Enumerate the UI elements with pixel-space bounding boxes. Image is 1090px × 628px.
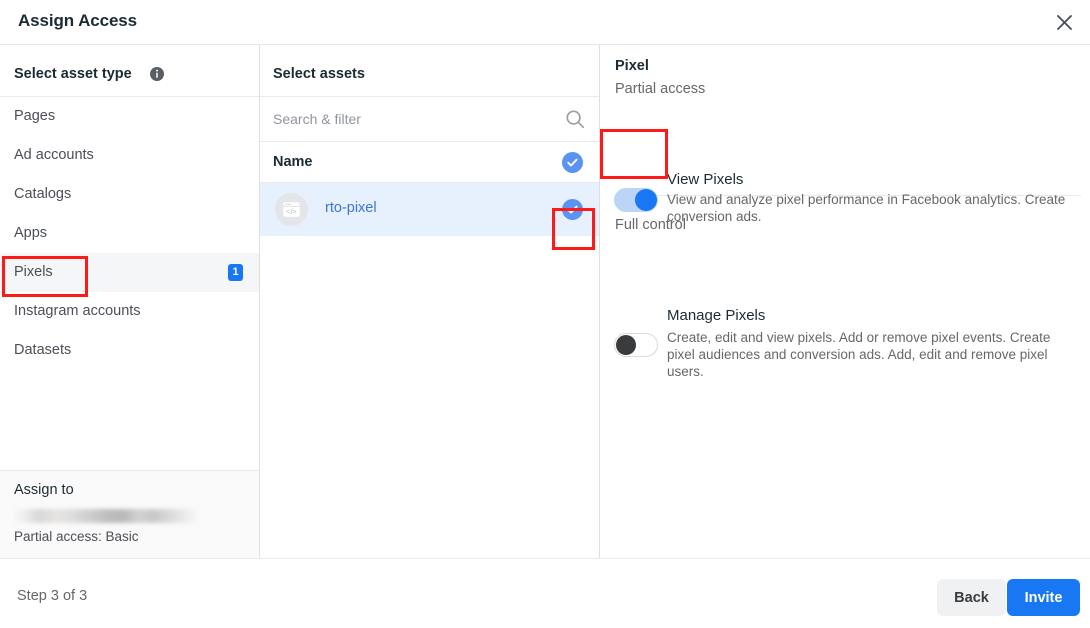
sidebar-item-instagram-accounts[interactable]: Instagram accounts bbox=[0, 292, 259, 331]
modal-body: Select asset type Pages Ad accounts Cata… bbox=[0, 45, 1090, 558]
sidebar-item-catalogs[interactable]: Catalogs bbox=[0, 175, 259, 214]
assets-heading: Select assets bbox=[273, 66, 365, 82]
pixel-code-icon: </> bbox=[275, 193, 308, 226]
assign-to-section: Assign to Partial access: Basic bbox=[0, 470, 259, 558]
view-pixels-label: View Pixels bbox=[667, 171, 744, 188]
sidebar-item-label: Apps bbox=[14, 225, 48, 241]
search-icon[interactable] bbox=[565, 109, 585, 134]
search-input[interactable]: Search & filter bbox=[273, 111, 361, 127]
sidebar-item-pixels[interactable]: Pixels 1 bbox=[0, 253, 259, 292]
sidebar-item-label: Instagram accounts bbox=[14, 303, 141, 319]
assign-to-user-name-redacted bbox=[8, 509, 200, 523]
step-indicator: Step 3 of 3 bbox=[17, 588, 88, 604]
manage-pixels-label: Manage Pixels bbox=[667, 307, 766, 324]
assign-to-access-summary: Partial access: Basic bbox=[14, 529, 139, 544]
assign-access-modal: Assign Access Select asset type Pages Ad… bbox=[0, 0, 1090, 628]
invite-button[interactable]: Invite bbox=[1007, 579, 1080, 616]
toggle-knob bbox=[635, 189, 657, 211]
column-header-name: Name bbox=[273, 154, 313, 170]
partial-access-label: Partial access bbox=[615, 81, 706, 97]
pixels-count-badge: 1 bbox=[228, 264, 243, 281]
sidebar-item-pages[interactable]: Pages bbox=[0, 97, 259, 136]
sidebar-item-label: Datasets bbox=[14, 342, 72, 358]
sidebar-item-datasets[interactable]: Datasets bbox=[0, 331, 259, 370]
info-icon[interactable] bbox=[150, 67, 164, 86]
table-row[interactable]: </> rto-pixel bbox=[260, 183, 599, 236]
sidebar-item-label: Pixels bbox=[14, 264, 53, 280]
assign-to-title: Assign to bbox=[14, 482, 74, 498]
asset-type-list: Pages Ad accounts Catalogs Apps Pixels 1… bbox=[0, 97, 259, 370]
modal-header: Assign Access bbox=[0, 0, 1090, 45]
close-icon[interactable] bbox=[1048, 6, 1080, 38]
select-all-checkbox[interactable] bbox=[562, 152, 583, 173]
search-row[interactable]: Search & filter bbox=[260, 97, 599, 142]
back-button[interactable]: Back bbox=[937, 579, 1006, 616]
permissions-column: Pixel Partial access Full control bbox=[600, 45, 1090, 558]
svg-text:</>: </> bbox=[286, 207, 296, 216]
assets-column: Select assets Search & filter Name </> r… bbox=[260, 45, 599, 558]
view-pixels-description: View and analyze pixel performance in Fa… bbox=[667, 192, 1066, 224]
sidebar-item-label: Catalogs bbox=[14, 186, 72, 202]
toggle-knob bbox=[616, 335, 636, 355]
page-title: Assign Access bbox=[18, 11, 138, 30]
assets-header: Select assets bbox=[260, 45, 599, 97]
manage-pixels-description: Create, edit and view pixels. Add or rem… bbox=[667, 330, 1051, 379]
view-pixels-toggle[interactable] bbox=[614, 188, 658, 212]
asset-type-header: Select asset type bbox=[0, 45, 259, 97]
sidebar-item-label: Pages bbox=[14, 108, 56, 124]
row-checkbox[interactable] bbox=[562, 199, 583, 220]
manage-pixels-toggle[interactable] bbox=[614, 333, 658, 357]
sidebar-item-apps[interactable]: Apps bbox=[0, 214, 259, 253]
modal-footer: Step 3 of 3 Back Invite bbox=[0, 558, 1090, 628]
asset-name[interactable]: rto-pixel bbox=[325, 200, 377, 216]
sidebar-item-ad-accounts[interactable]: Ad accounts bbox=[0, 136, 259, 175]
sidebar-item-label: Ad accounts bbox=[14, 147, 94, 163]
asset-type-heading: Select asset type bbox=[14, 66, 132, 82]
asset-type-column: Select asset type Pages Ad accounts Cata… bbox=[0, 45, 259, 558]
permissions-title: Pixel bbox=[615, 58, 649, 74]
assets-table-header: Name bbox=[260, 142, 599, 183]
